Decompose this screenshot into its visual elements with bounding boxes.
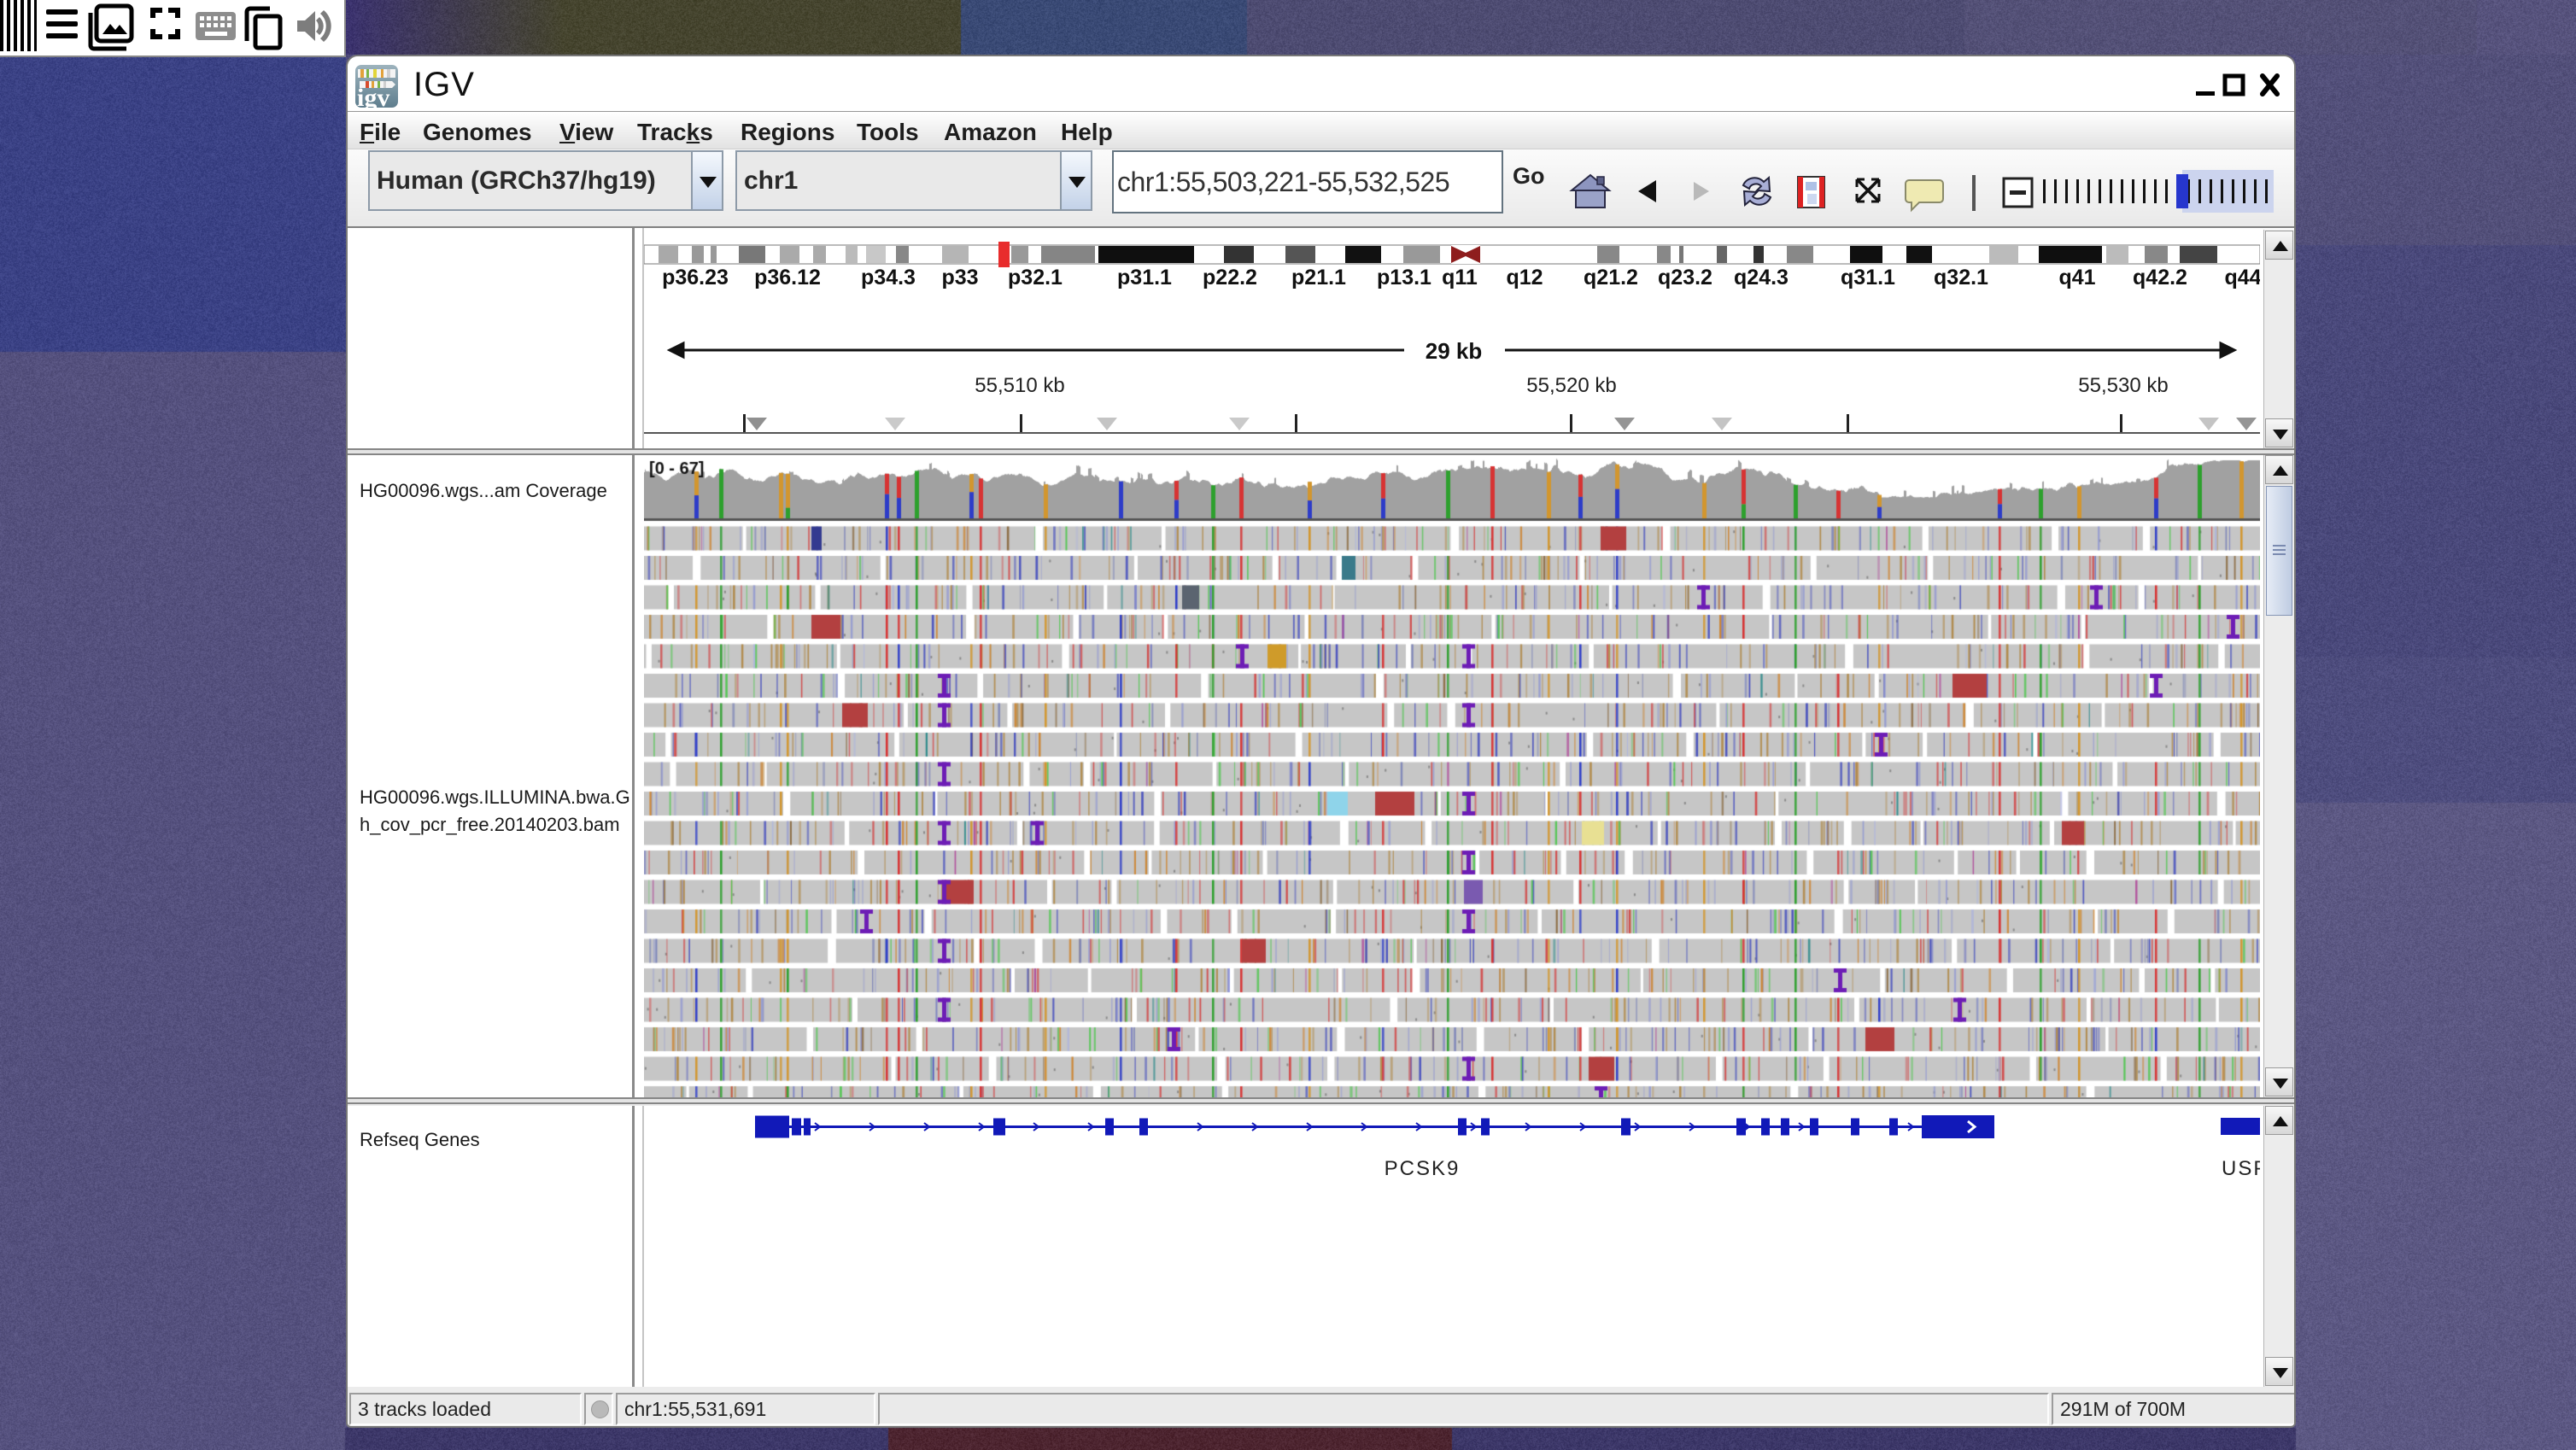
svg-text:q21.2: q21.2 bbox=[1584, 266, 1638, 289]
svg-text:q11: q11 bbox=[1442, 266, 1478, 289]
svg-text:q12: q12 bbox=[1506, 266, 1543, 289]
svg-text:55,510 kb: 55,510 kb bbox=[975, 374, 1064, 397]
svg-text:p32.1: p32.1 bbox=[1008, 266, 1063, 289]
svg-text:q41: q41 bbox=[2058, 266, 2095, 289]
svg-text:q24.3: q24.3 bbox=[1734, 266, 1789, 289]
svg-text:q42.2: q42.2 bbox=[2133, 266, 2187, 289]
svg-text:p21.1: p21.1 bbox=[1291, 266, 1346, 289]
svg-text:USP24: USP24 bbox=[2222, 1157, 2260, 1180]
svg-text:PCSK9: PCSK9 bbox=[1385, 1157, 1461, 1180]
svg-text:p13.1: p13.1 bbox=[1377, 266, 1431, 289]
svg-text:p34.3: p34.3 bbox=[861, 266, 916, 289]
svg-text:29 kb: 29 kb bbox=[1426, 338, 1483, 364]
svg-text:55,530 kb: 55,530 kb bbox=[2078, 374, 2168, 397]
svg-text:55,520 kb: 55,520 kb bbox=[1526, 374, 1616, 397]
svg-text:q44: q44 bbox=[2224, 266, 2260, 289]
svg-text:q31.1: q31.1 bbox=[1841, 266, 1895, 289]
svg-text:q23.2: q23.2 bbox=[1658, 266, 1712, 289]
svg-text:q32.1: q32.1 bbox=[1934, 266, 1988, 289]
svg-text:p36.23: p36.23 bbox=[662, 266, 729, 289]
svg-text:p33: p33 bbox=[941, 266, 978, 289]
svg-text:p36.12: p36.12 bbox=[754, 266, 821, 289]
svg-text:p31.1: p31.1 bbox=[1117, 266, 1172, 289]
svg-text:p22.2: p22.2 bbox=[1203, 266, 1257, 289]
svg-text:igv: igv bbox=[357, 84, 389, 108]
